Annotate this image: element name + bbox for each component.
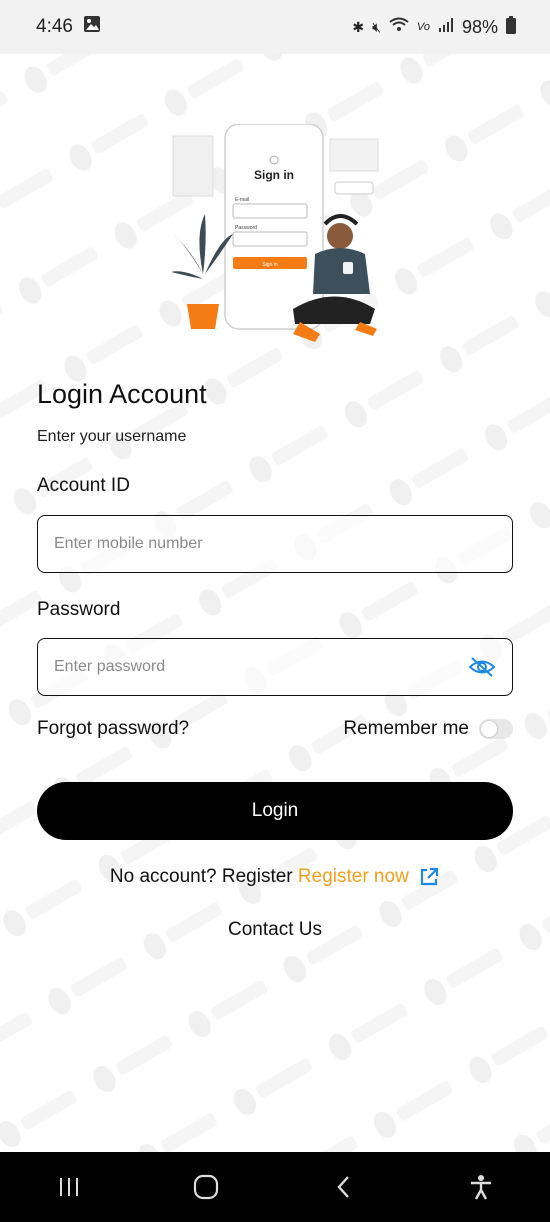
sign-in-illustration: Sign in E-mail Password Sign in bbox=[171, 124, 379, 342]
volte-icon: Vo bbox=[416, 21, 430, 33]
accessibility-icon[interactable] bbox=[461, 1167, 501, 1207]
illustration-button-label: Sign in bbox=[262, 262, 278, 268]
illustration-email-label: E-mail bbox=[235, 197, 249, 203]
home-icon[interactable] bbox=[186, 1167, 226, 1207]
recents-icon[interactable] bbox=[49, 1167, 89, 1207]
password-input[interactable]: Enter password bbox=[37, 638, 513, 696]
mute-icon: 🔇︎ bbox=[372, 18, 381, 35]
image-icon bbox=[83, 15, 101, 39]
password-label: Password bbox=[37, 599, 121, 620]
register-line: No account? Register Register now bbox=[0, 866, 550, 888]
battery-icon bbox=[506, 15, 516, 39]
status-bar: 4:46 ✱ 🔇︎ Vo 98% bbox=[0, 0, 550, 54]
status-time: 4:46 bbox=[36, 16, 73, 37]
battery-level: 98% bbox=[461, 16, 498, 37]
contact-us-link[interactable]: Contact Us bbox=[0, 919, 550, 941]
status-right: ✱ 🔇︎ Vo 98% bbox=[352, 15, 516, 39]
page-subtitle: Enter your username bbox=[37, 428, 187, 445]
status-left: 4:46 bbox=[36, 15, 101, 39]
login-button[interactable]: Login bbox=[37, 782, 513, 840]
no-account-text: No account? Register bbox=[109, 866, 293, 888]
forgot-password-link[interactable]: Forgot password? bbox=[37, 718, 189, 740]
external-link-icon[interactable] bbox=[418, 866, 440, 888]
bluetooth-icon: ✱ bbox=[352, 18, 365, 35]
signal-icon bbox=[438, 17, 454, 38]
account-id-label: Account ID bbox=[37, 475, 130, 496]
page-title: Login Account bbox=[37, 379, 207, 409]
password-placeholder: Enter password bbox=[54, 658, 166, 675]
eye-off-icon[interactable] bbox=[468, 656, 496, 678]
remember-me: Remember me bbox=[343, 718, 513, 740]
register-now-link[interactable]: Register now bbox=[298, 866, 409, 887]
remember-me-toggle[interactable] bbox=[479, 719, 513, 739]
login-screen: Sign in E-mail Password Sign in Login Ac… bbox=[0, 54, 550, 1152]
account-id-input[interactable]: Enter mobile number bbox=[37, 515, 513, 573]
options-row: Forgot password? Remember me bbox=[37, 718, 513, 740]
account-id-placeholder: Enter mobile number bbox=[54, 535, 203, 552]
illustration-heading: Sign in bbox=[254, 168, 294, 182]
back-icon[interactable] bbox=[324, 1167, 364, 1207]
navigation-bar bbox=[0, 1152, 550, 1222]
wifi-icon bbox=[389, 17, 409, 38]
remember-me-label: Remember me bbox=[343, 718, 469, 739]
illustration-password-label: Password bbox=[235, 225, 257, 231]
